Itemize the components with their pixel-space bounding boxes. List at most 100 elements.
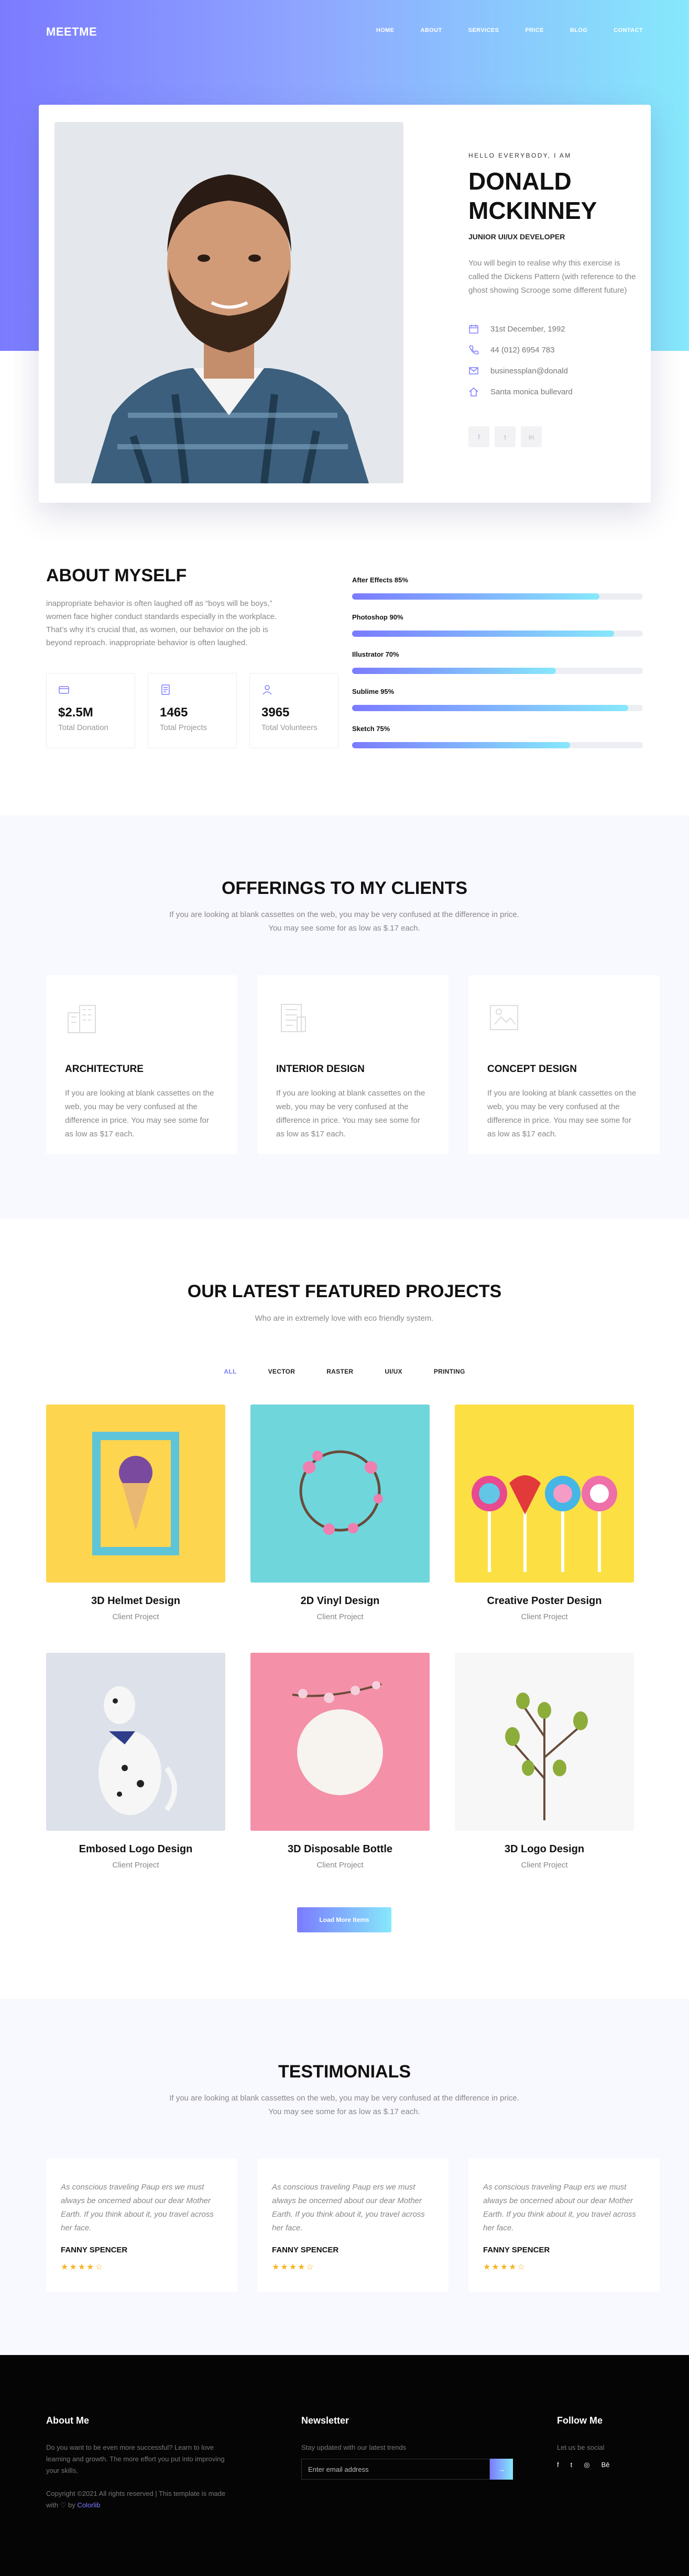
project-subtitle: Client Project [112,1861,159,1870]
project-image [250,1405,430,1583]
facebook-icon[interactable]: f [468,426,489,447]
offering-title: INTERIOR DESIGN [276,1064,365,1075]
hero-name-last: MCKINNEY [468,197,597,224]
project-item[interactable]: 3D Helmet Design Client Project [46,1405,225,1621]
project-filters: ALL VECTOR RASTER UI/UX PRINTING [0,1368,689,1375]
nav-about[interactable]: ABOUT [420,27,442,34]
star-rating: ★★★★☆ [272,2263,315,2272]
site-logo[interactable]: MEETME [46,25,97,39]
project-subtitle: Client Project [112,1612,159,1621]
offering-title: CONCEPT DESIGN [487,1064,577,1075]
hero-info: HELLO EVERYBODY, I AM DONALD MCKINNEY JU… [468,152,636,447]
copyright-text: Copyright ©2021 All rights reserved | Th… [46,2490,226,2509]
skill-label: Photoshop 90% [352,613,403,621]
project-item[interactable]: 3D Logo Design Client Project [455,1653,634,1870]
project-image [455,1653,634,1831]
copyright: Copyright ©2021 All rights reserved | Th… [46,2488,235,2511]
address-text: Santa monica bullevard [490,387,573,396]
offering-card-architecture: ARCHITECTURE If you are looking at blank… [46,975,237,1154]
site-footer: About Me Do you want to be even more suc… [0,2355,689,2576]
testimonial-card: As conscious traveling Paup ers we must … [46,2159,237,2292]
project-image [455,1405,634,1583]
profile-photo [54,122,403,483]
project-title: 2D Vinyl Design [300,1595,380,1607]
newsletter-email-input[interactable] [301,2459,490,2480]
testimonial-card: As conscious traveling Paup ers we must … [257,2159,449,2292]
project-title: Embosed Logo Design [79,1843,193,1855]
project-image [46,1653,225,1831]
contact-email: businessplan@donald [468,360,636,381]
nav-price[interactable]: PRICE [525,27,544,34]
testimonial-quote: As conscious traveling Paup ers we must … [483,2183,636,2232]
filter-printing[interactable]: PRINTING [434,1368,465,1375]
project-item[interactable]: Creative Poster Design Client Project [455,1405,634,1621]
colorlib-link[interactable]: Colorlib [77,2501,100,2509]
stat-value: $2.5M [58,705,93,720]
testimonials-subtitle: If you are looking at blank cassettes on… [169,2094,519,2116]
stat-label: Total Donation [58,723,108,732]
offering-cards: ARCHITECTURE If you are looking at blank… [46,975,660,1154]
testimonial-name: FANNY SPENCER [272,2246,339,2254]
newsletter-submit-button[interactable]: → [490,2459,513,2480]
project-item[interactable]: Embosed Logo Design Client Project [46,1653,225,1870]
project-item[interactable]: 2D Vinyl Design Client Project [250,1405,430,1621]
dribbble-icon[interactable]: ◎ [584,2461,589,2469]
phone-text[interactable]: 44 (012) 6954 783 [490,346,555,355]
testimonial-name: FANNY SPENCER [483,2246,550,2254]
nav-services[interactable]: SERVICES [468,27,499,34]
skill-after-effects: After Effects 85% [352,576,643,613]
contact-birthday: 31st December, 1992 [468,318,636,339]
hero-greeting: HELLO EVERYBODY, I AM [468,152,572,159]
nav-home[interactable]: HOME [376,27,395,34]
facebook-icon[interactable]: f [557,2461,559,2469]
hero-socials: f t in [468,426,636,447]
hero-name: DONALD MCKINNEY [468,167,636,225]
filter-raster[interactable]: RASTER [326,1368,353,1375]
email-text[interactable]: businessplan@donald [490,367,568,375]
twitter-icon[interactable]: t [495,426,516,447]
offering-title: ARCHITECTURE [65,1064,144,1075]
testimonials-section: TESTIMONIALS If you are looking at blank… [0,1999,689,2355]
lollipops-image [455,1405,634,1583]
project-item[interactable]: 3D Disposable Bottle Client Project [250,1653,430,1870]
testimonial-cards: As conscious traveling Paup ers we must … [46,2159,660,2292]
testimonials-title: TESTIMONIALS [278,2062,411,2082]
skill-bar [352,742,571,748]
nav-blog[interactable]: BLOG [570,27,587,34]
hero-name-first: DONALD [468,168,572,195]
project-image [46,1405,225,1583]
filter-uiux[interactable]: UI/UX [385,1368,402,1375]
filter-vector[interactable]: VECTOR [268,1368,296,1375]
stat-donation: $2.5M Total Donation [46,673,135,748]
load-more-button[interactable]: Load More Items [297,1907,391,1932]
linkedin-icon[interactable]: in [521,426,542,447]
concept-icon [490,1005,518,1030]
testimonial-quote: As conscious traveling Paup ers we must … [272,2183,425,2232]
footer-about-text: Do you want to be even more successful? … [46,2444,225,2474]
skill-illustrator: Illustrator 70% [352,650,643,688]
skill-label: Sublime 95% [352,688,395,695]
skill-label: After Effects 85% [352,576,408,584]
wallet-icon [59,686,69,694]
project-title: Creative Poster Design [487,1595,602,1607]
filter-all[interactable]: ALL [224,1368,236,1375]
skill-bar [352,631,614,637]
nav-contact[interactable]: CONTACT [614,27,643,34]
offerings-title: OFFERINGS TO MY CLIENTS [221,878,468,898]
projects-title: OUR LATEST FEATURED PROJECTS [187,1281,502,1301]
branch-buds-image [455,1653,634,1831]
calendar-icon [469,325,478,334]
twitter-icon[interactable]: t [571,2461,573,2469]
behance-icon[interactable]: Bē [601,2461,610,2469]
dalmatian-image [46,1653,225,1831]
newsletter-title: Newsletter [301,2415,349,2426]
skill-photoshop: Photoshop 90% [352,613,643,650]
project-subtitle: Client Project [316,1861,364,1870]
skill-bar [352,668,556,674]
follow-title: Follow Me [557,2415,603,2426]
footer-follow: Follow Me Let us be social f t ◎ Bē [557,2415,641,2469]
project-subtitle: Client Project [316,1612,364,1621]
project-title: 3D Logo Design [504,1843,585,1855]
contact-phone: 44 (012) 6954 783 [468,339,636,360]
projects-subtitle: Who are in extremely love with eco frien… [255,1314,434,1323]
